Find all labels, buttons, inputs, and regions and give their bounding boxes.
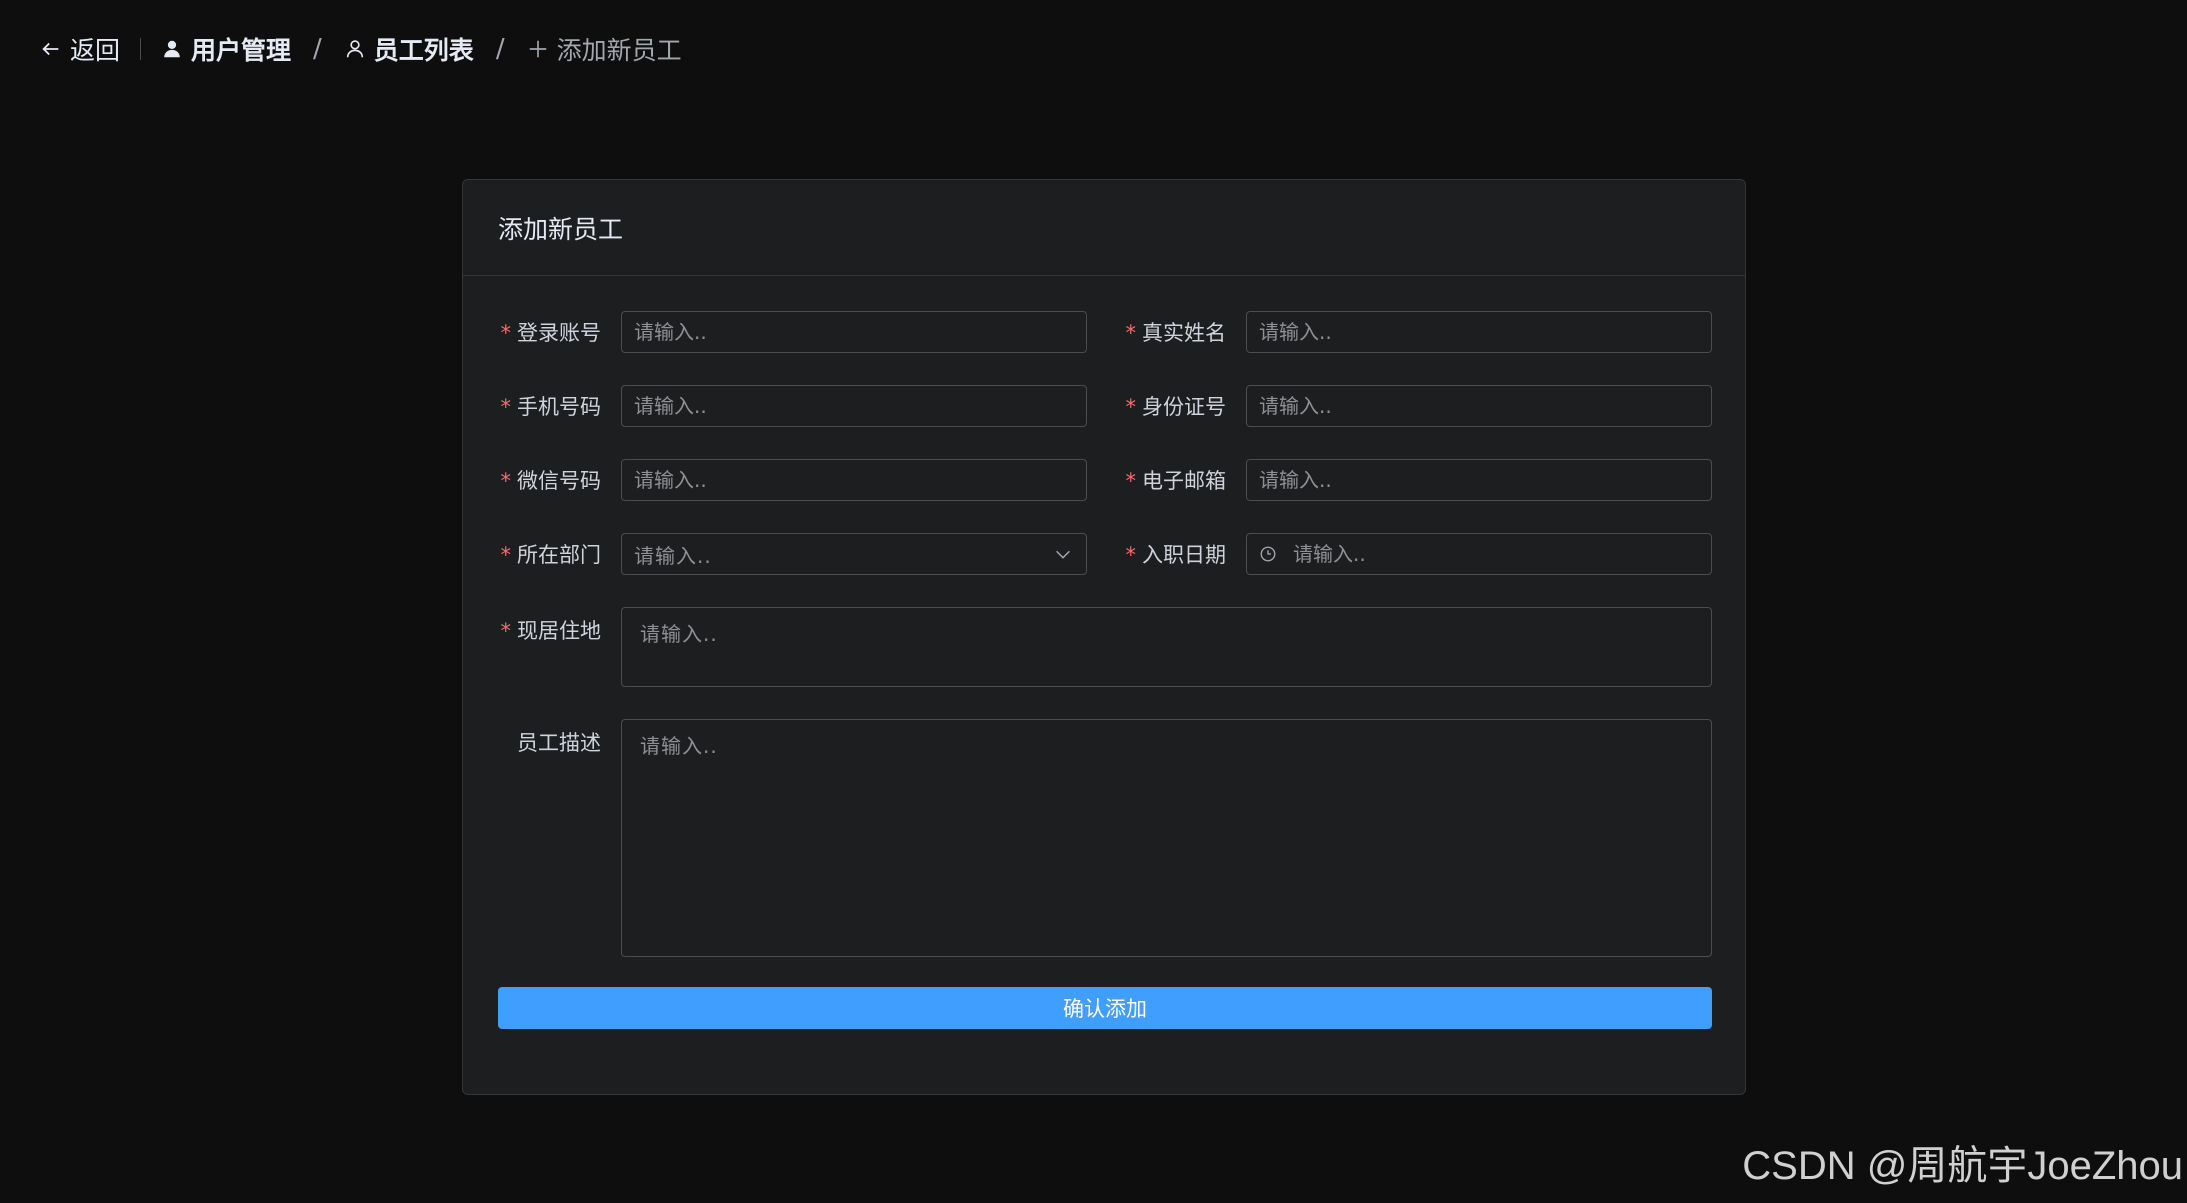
required-mark: * xyxy=(1125,321,1137,345)
id-card-input-wrapper xyxy=(1246,385,1712,427)
user-outline-icon xyxy=(346,40,363,58)
field-wechat: * 微信号码 xyxy=(498,459,1087,501)
field-department: * 所在部门 请输入.. xyxy=(498,533,1087,575)
page-header: 返回 用户管理 / 员工列表 / 添加新员工 xyxy=(40,28,682,70)
phone-input-wrapper xyxy=(621,385,1087,427)
wechat-input[interactable] xyxy=(634,468,1074,492)
address-textarea-wrapper xyxy=(621,607,1712,687)
chevron-down-icon xyxy=(1056,550,1070,559)
email-input[interactable] xyxy=(1259,468,1699,492)
breadcrumb-add-employee: 添加新员工 xyxy=(527,31,682,67)
confirm-add-button[interactable]: 确认添加 xyxy=(498,987,1712,1029)
add-employee-form: *登录账号 *真实姓名 *手机号码 *身份证号 xyxy=(498,311,1712,989)
required-mark: * xyxy=(500,619,512,643)
breadcrumb-label: 添加新员工 xyxy=(556,36,682,65)
field-hire-date: * 入职日期 xyxy=(1123,533,1712,575)
field-label: * 真实姓名 xyxy=(1125,321,1227,345)
breadcrumb-employee-list[interactable]: 员工列表 xyxy=(344,31,474,67)
required-mark: * xyxy=(500,543,512,567)
required-mark: * xyxy=(500,321,512,345)
address-textarea[interactable] xyxy=(640,618,1693,676)
hire-date-picker xyxy=(1246,533,1712,575)
field-label: * 所在部门 xyxy=(500,543,602,567)
back-button[interactable]: 返回 xyxy=(40,31,120,67)
field-label: * 电子邮箱 xyxy=(1125,469,1227,493)
field-label: * 现居住地 xyxy=(500,619,602,643)
login-account-input[interactable] xyxy=(634,320,1074,344)
description-textarea[interactable] xyxy=(640,730,1693,946)
field-real-name: * 真实姓名 xyxy=(1123,311,1712,353)
field-address: * 现居住地 xyxy=(498,607,1712,687)
email-input-wrapper xyxy=(1246,459,1712,501)
required-mark: * xyxy=(500,395,512,419)
form-row: * 所在部门 请输入.. * 入职日期 xyxy=(498,533,1712,575)
wechat-input-wrapper xyxy=(621,459,1087,501)
real-name-input[interactable] xyxy=(1259,320,1699,344)
department-select-placeholder: 请输入.. xyxy=(634,543,712,568)
field-label: * 身份证号 xyxy=(1125,395,1227,419)
plus-icon xyxy=(529,40,546,58)
card-title: 添加新员工 xyxy=(498,214,624,244)
field-id-card: * 身份证号 xyxy=(1123,385,1712,427)
login-account-input-wrapper xyxy=(621,311,1087,353)
phone-input[interactable] xyxy=(634,394,1074,418)
breadcrumb-separator: / xyxy=(495,34,505,64)
description-textarea-wrapper xyxy=(621,719,1712,957)
required-mark: * xyxy=(1125,395,1137,419)
breadcrumb-user-management[interactable]: 用户管理 xyxy=(161,31,291,67)
field-label: * 手机号码 xyxy=(500,395,602,419)
field-phone: * 手机号码 xyxy=(498,385,1087,427)
required-mark: * xyxy=(500,469,512,493)
breadcrumb-label: 员工列表 xyxy=(373,36,474,65)
hire-date-input[interactable] xyxy=(1293,542,1699,566)
breadcrumb-label: 用户管理 xyxy=(191,36,292,65)
field-label: * 入职日期 xyxy=(1125,543,1227,567)
department-select[interactable]: 请输入.. xyxy=(621,533,1087,575)
header-divider xyxy=(140,38,142,60)
form-row: *手机号码 *身份证号 xyxy=(498,385,1712,427)
field-login-account: * 登录账号 xyxy=(498,311,1087,353)
field-label: * 登录账号 xyxy=(500,321,602,345)
breadcrumb-separator: / xyxy=(313,34,322,64)
user-filled-icon xyxy=(164,40,180,58)
back-label: 返回 xyxy=(70,36,121,65)
card-header: 添加新员工 xyxy=(463,180,1745,276)
add-employee-card: 添加新员工 *登录账号 *真实姓名 *手机号码 xyxy=(462,179,1746,1095)
field-description: 员工描述 xyxy=(498,719,1712,957)
clock-icon xyxy=(1260,546,1276,562)
watermark: CSDN @周航宇JoeZhou xyxy=(1742,1144,2183,1188)
field-label: * 微信号码 xyxy=(500,469,602,493)
field-label: 员工描述 xyxy=(517,731,601,755)
real-name-input-wrapper xyxy=(1246,311,1712,353)
form-row: 员工描述 xyxy=(498,719,1712,957)
form-row: *微信号码 *电子邮箱 xyxy=(498,459,1712,501)
form-row: * 现居住地 xyxy=(498,607,1712,687)
id-card-input[interactable] xyxy=(1259,394,1699,418)
field-email: * 电子邮箱 xyxy=(1123,459,1712,501)
required-mark: * xyxy=(1125,543,1137,567)
arrow-left-icon xyxy=(42,42,59,56)
form-row: *登录账号 *真实姓名 xyxy=(498,311,1712,353)
required-mark: * xyxy=(1125,469,1137,493)
